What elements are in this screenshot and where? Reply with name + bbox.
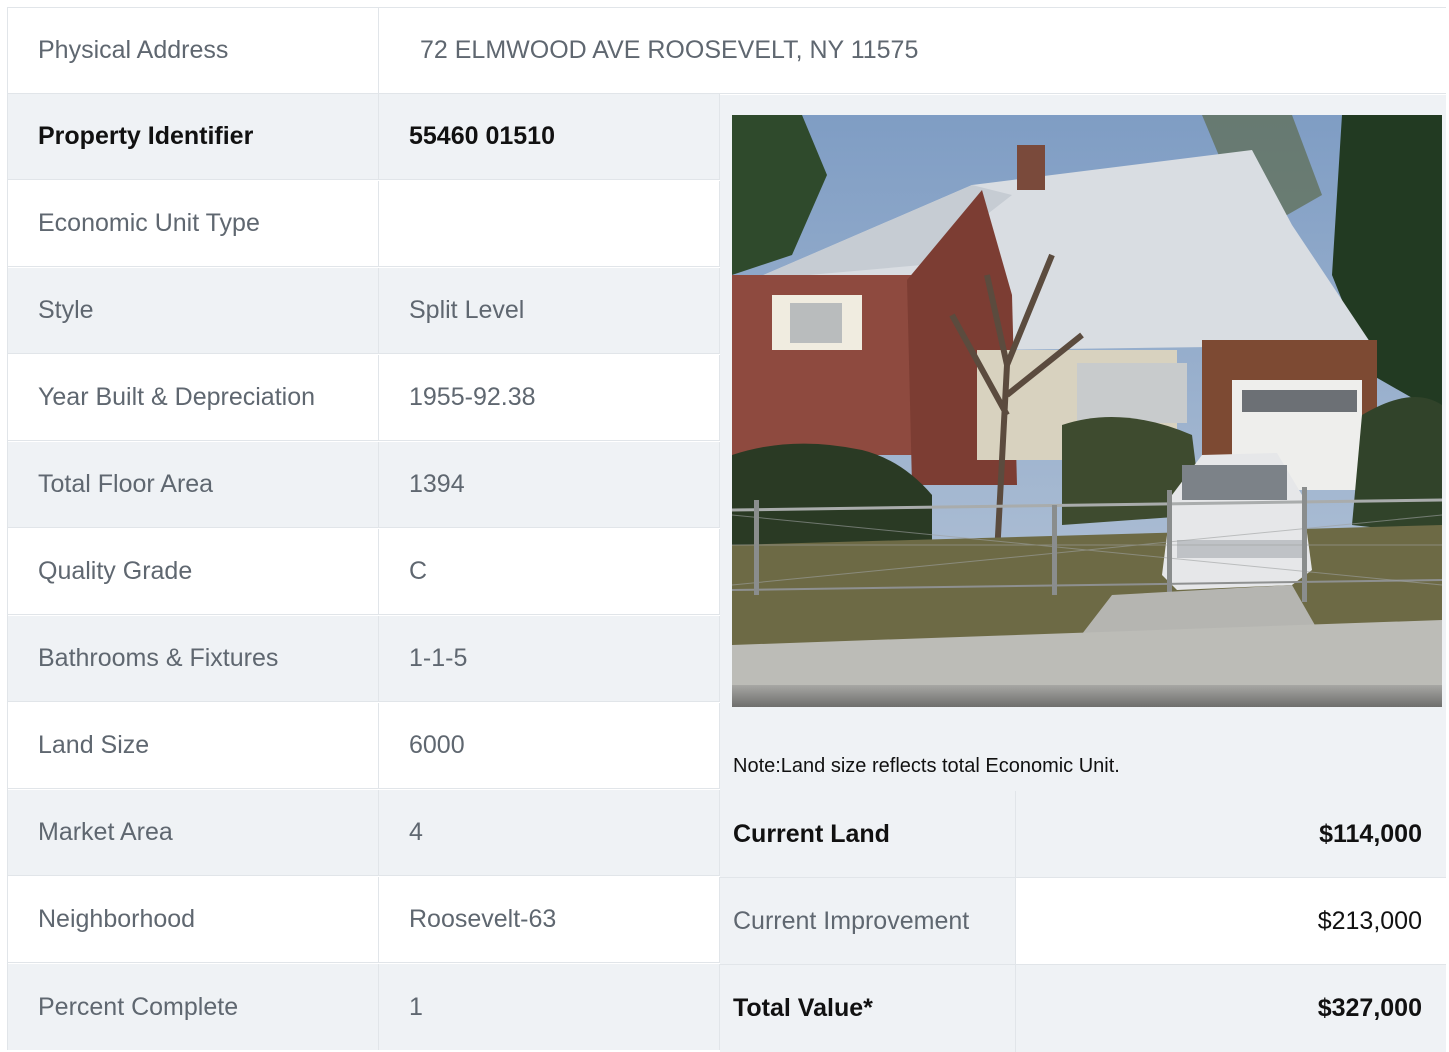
detail-value: 1 [379,964,720,1050]
value-label: Current Improvement [720,878,1015,964]
value-amount: $114,000 [1015,791,1446,877]
value-row-land: Current Land $114,000 [720,791,1446,878]
detail-value [379,181,720,266]
property-photo-panel: Note:Land size reflects total Economic U… [720,95,1446,792]
property-record-table: Physical Address 72 ELMWOOD AVE ROOSEVEL… [7,7,1446,1052]
detail-value: Roosevelt-63 [379,877,720,962]
value-label: Current Land [720,791,1015,877]
detail-value: 4 [379,790,720,875]
land-size-note: Note:Land size reflects total Economic U… [733,755,1120,777]
detail-label: Market Area [8,790,379,875]
address-row: Physical Address 72 ELMWOOD AVE ROOSEVEL… [8,8,1446,94]
detail-row: Land Size 6000 [8,703,720,789]
detail-row: Property Identifier 55460 01510 [8,94,720,180]
detail-label: Style [8,268,379,353]
detail-label: Land Size [8,703,379,788]
detail-label: Quality Grade [8,529,379,614]
detail-value: 1955-92.38 [379,355,720,440]
detail-value: C [379,529,720,614]
detail-row: Bathrooms & Fixtures 1-1-5 [8,616,720,702]
detail-row: Neighborhood Roosevelt-63 [8,877,720,963]
address-value: 72 ELMWOOD AVE ROOSEVELT, NY 11575 [420,36,919,64]
detail-label: Neighborhood [8,877,379,962]
property-photo [732,115,1442,707]
detail-value: 1-1-5 [379,616,720,701]
value-row-total: Total Value* $327,000 [720,965,1446,1052]
detail-label: Bathrooms & Fixtures [8,616,379,701]
detail-label: Percent Complete [8,964,379,1050]
detail-value: Split Level [379,268,720,353]
detail-value: 55460 01510 [379,94,720,179]
address-label: Physical Address [8,8,379,93]
detail-row: Percent Complete 1 [8,964,720,1050]
value-row-improvement: Current Improvement $213,000 [720,878,1446,965]
detail-label: Property Identifier [8,94,379,179]
detail-row: Total Floor Area 1394 [8,442,720,528]
value-amount: $213,000 [1015,878,1446,964]
value-label: Total Value* [720,965,1015,1052]
detail-row: Economic Unit Type [8,181,720,267]
detail-label: Year Built & Depreciation [8,355,379,440]
detail-row: Market Area 4 [8,790,720,876]
detail-row: Quality Grade C [8,529,720,615]
value-amount: $327,000 [1015,965,1446,1052]
detail-label: Total Floor Area [8,442,379,527]
detail-value: 6000 [379,703,720,788]
detail-row: Year Built & Depreciation 1955-92.38 [8,355,720,441]
detail-row: Style Split Level [8,268,720,354]
detail-label: Economic Unit Type [8,181,379,266]
detail-value: 1394 [379,442,720,527]
